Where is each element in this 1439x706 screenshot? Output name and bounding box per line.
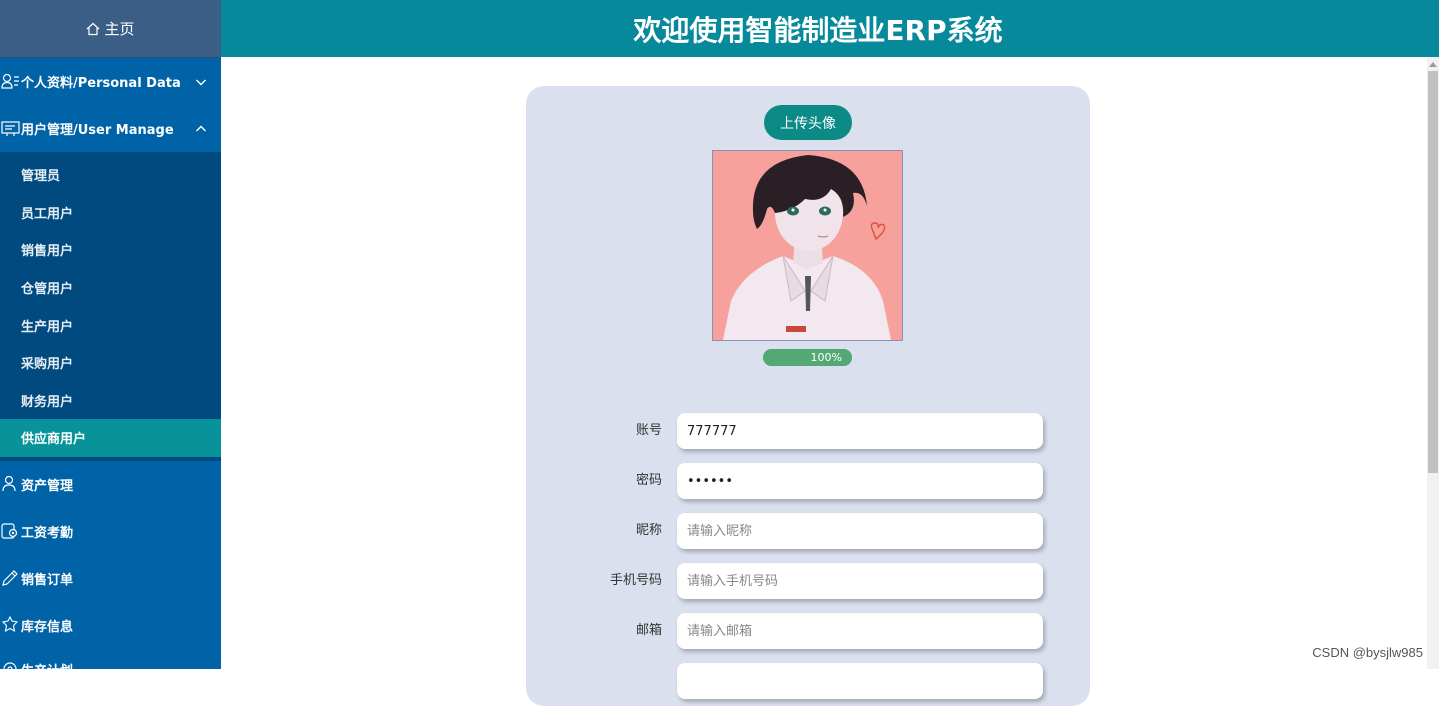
password-input[interactable]: [677, 463, 1043, 499]
account-label: 账号: [635, 423, 662, 438]
form-row-nickname: 昵称: [526, 513, 1090, 549]
scroll-up-arrow-icon[interactable]: [1429, 62, 1437, 67]
home-icon: [86, 22, 100, 36]
password-label: 密码: [635, 473, 662, 488]
menu-inventory-info[interactable]: 库存信息: [0, 602, 221, 649]
sidebar-item-supplier-users[interactable]: 供应商用户: [0, 419, 221, 457]
profile-card: 上传头像 100% 账号 777777 密码 •••••• 昵称 请输入昵称 手…: [526, 86, 1090, 706]
sidebar-item-admin[interactable]: 管理员: [0, 156, 221, 194]
sidebar: 主页 个人资料/Personal Data 用户管理/User Manage 管…: [0, 0, 221, 669]
form-row-account: 账号: [526, 413, 1090, 449]
menu-salary-attendance-label: 工资考勤: [21, 525, 74, 541]
menu-personal-data-label: 个人资料/Personal Data: [21, 76, 181, 91]
chevron-up-icon: [195, 123, 207, 139]
sidebar-item-warehouse-users[interactable]: 仓管用户: [0, 269, 221, 307]
inventory-icon: [1, 615, 21, 635]
sidebar-item-finance-users[interactable]: 财务用户: [0, 382, 221, 420]
user-profile-icon: [1, 72, 21, 92]
phone-input[interactable]: [677, 563, 1043, 599]
account-input[interactable]: [677, 413, 1043, 449]
nickname-label: 昵称: [635, 523, 662, 538]
menu-salary-attendance[interactable]: 工资考勤: [0, 508, 221, 555]
phone-label: 手机号码: [609, 573, 662, 588]
menu-user-manage-label: 用户管理/User Manage: [21, 123, 174, 138]
email-input[interactable]: [677, 613, 1043, 649]
upload-progress-bar: 100%: [763, 349, 852, 366]
sidebar-item-sales-users[interactable]: 销售用户: [0, 231, 221, 269]
page-title: 欢迎使用智能制造业ERP系统: [633, 13, 1003, 47]
avatar-image: [712, 150, 903, 341]
user-manage-icon: [1, 119, 21, 139]
form-row-phone: 手机号码: [526, 563, 1090, 599]
menu-user-manage[interactable]: 用户管理/User Manage: [0, 105, 221, 152]
form-row-email: 邮箱: [526, 613, 1090, 649]
upload-progress-label: 100%: [810, 351, 842, 364]
home-label: 主页: [104, 20, 135, 38]
chevron-down-icon: [195, 76, 207, 92]
user-manage-submenu: 管理员 员工用户 销售用户 仓管用户 生产用户 采购用户 财务用户 供应商用户: [0, 152, 221, 461]
main-content: 上传头像 100% 账号 777777 密码 •••••• 昵称 请输入昵称 手…: [221, 57, 1439, 706]
menu-inventory-info-label: 库存信息: [21, 619, 74, 635]
form-row-next: [526, 663, 1090, 699]
home-link[interactable]: 主页: [0, 0, 221, 58]
gear-icon: [1, 659, 21, 669]
page-header: 欢迎使用智能制造业ERP系统: [221, 0, 1439, 57]
menu-sales-orders-label: 销售订单: [21, 572, 74, 588]
menu-production-plan-label: 生产计划: [21, 660, 73, 669]
email-label: 邮箱: [635, 623, 662, 638]
menu-asset-management[interactable]: 资产管理: [0, 461, 221, 508]
person-icon: [1, 474, 21, 494]
sidebar-item-production-users[interactable]: 生产用户: [0, 306, 221, 344]
scrollbar-thumb[interactable]: [1428, 71, 1438, 473]
menu-personal-data[interactable]: 个人资料/Personal Data: [0, 58, 221, 105]
sidebar-item-purchase-users[interactable]: 采购用户: [0, 344, 221, 382]
settings-doc-icon: [1, 521, 21, 541]
sidebar-item-employee-users[interactable]: 员工用户: [0, 194, 221, 232]
vertical-scrollbar[interactable]: [1427, 57, 1439, 669]
pencil-icon: [1, 568, 21, 588]
menu-sales-orders[interactable]: 销售订单: [0, 555, 221, 602]
form-row-password: 密码: [526, 463, 1090, 499]
menu-production-plan[interactable]: 生产计划: [0, 649, 221, 669]
upload-avatar-button[interactable]: 上传头像: [764, 105, 852, 140]
watermark: CSDN @bysjlw985: [1312, 645, 1423, 660]
menu-asset-management-label: 资产管理: [21, 478, 74, 494]
nickname-input[interactable]: [677, 513, 1043, 549]
next-field-input[interactable]: [677, 663, 1043, 699]
